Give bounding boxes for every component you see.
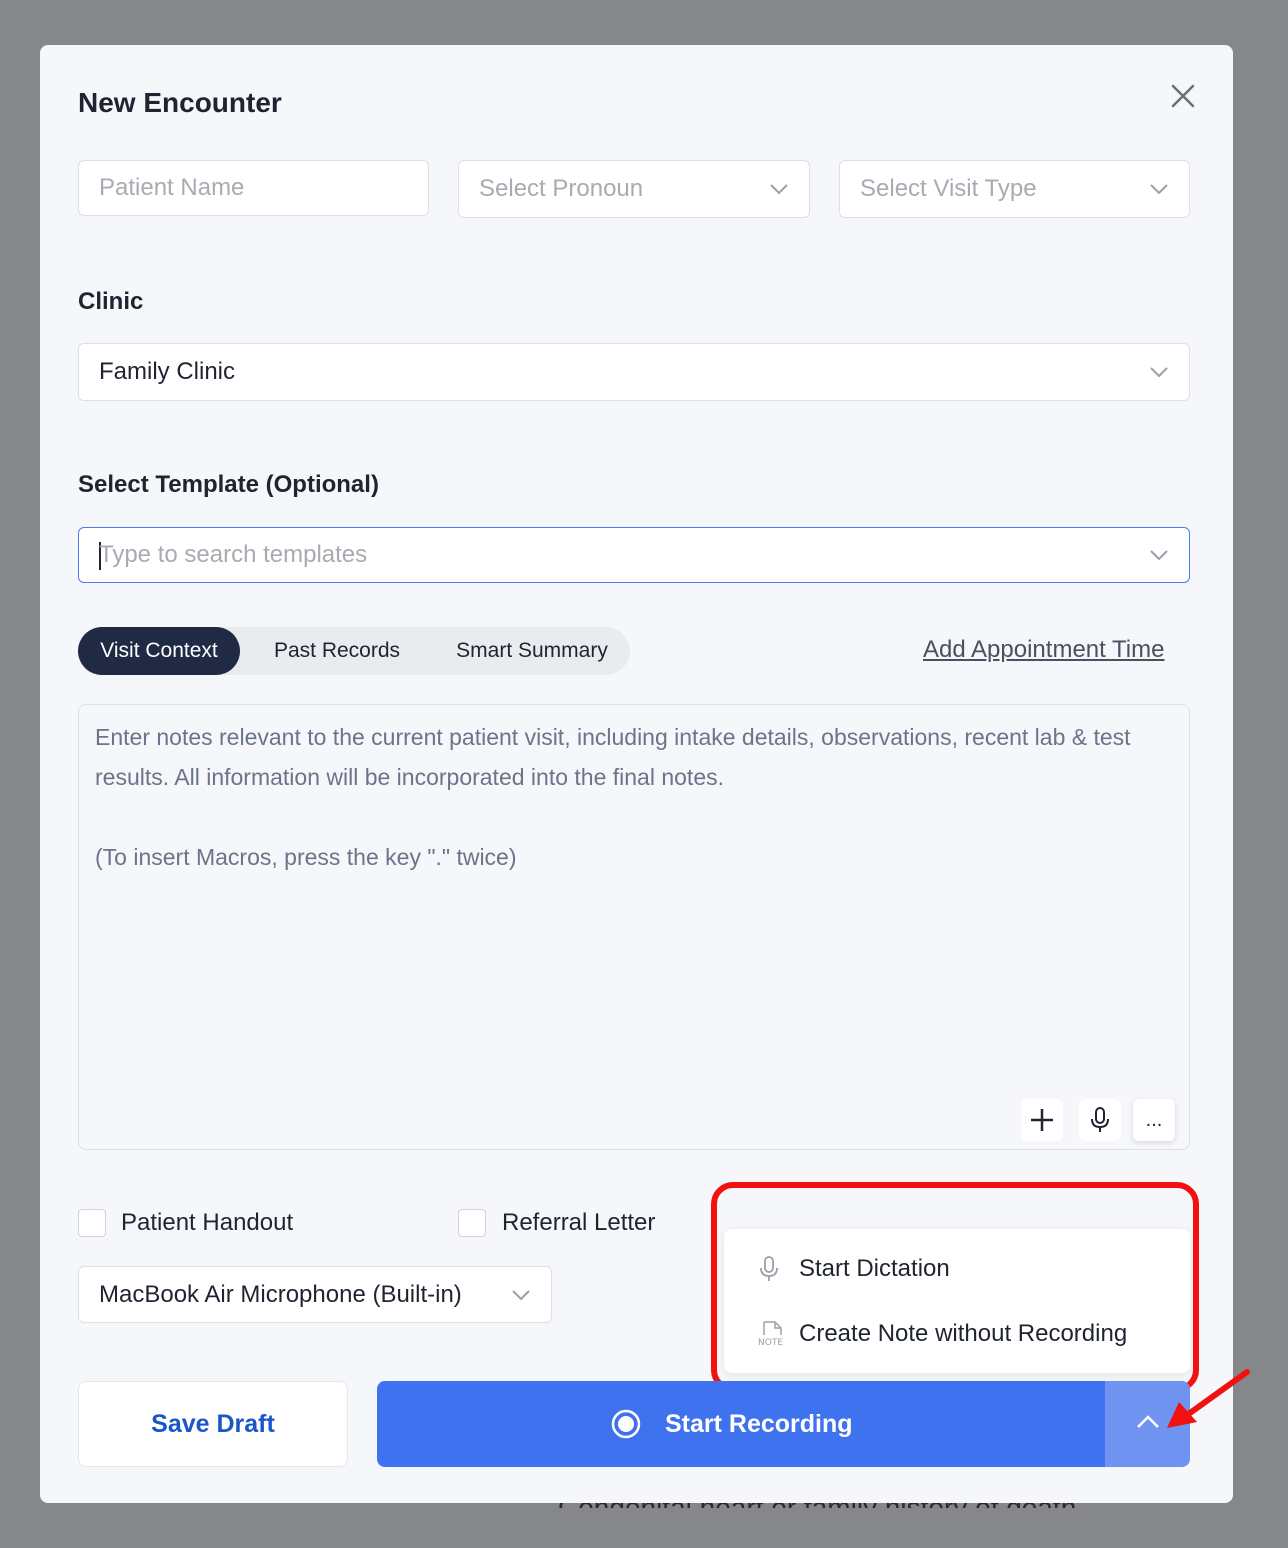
context-tabs: Visit Context Past Records Smart Summary [78,627,630,675]
add-appointment-time-link[interactable]: Add Appointment Time [923,636,1164,664]
visit-context-textarea[interactable]: Enter notes relevant to the current pati… [78,704,1190,1150]
template-placeholder: Type to search templates [99,541,368,568]
patient-handout-checkbox[interactable] [78,1209,106,1237]
referral-letter-checkbox[interactable] [458,1209,486,1237]
clinic-label: Clinic [78,288,144,315]
modal-title: New Encounter [78,87,282,118]
template-search-input[interactable]: Type to search templates [78,527,1190,583]
tab-smart-summary[interactable]: Smart Summary [434,627,630,675]
patient-handout-label: Patient Handout [121,1209,294,1236]
patient-name-input[interactable]: Patient Name [78,160,429,216]
plus-icon [1031,1109,1053,1131]
tab-past-records[interactable]: Past Records [254,627,420,675]
record-icon [611,1409,641,1439]
annotation-arrow-icon [1167,1369,1250,1428]
chevron-down-icon [512,1289,530,1300]
pronoun-placeholder: Select Pronoun [479,175,644,202]
referral-letter-label: Referral Letter [502,1209,656,1236]
more-options-button[interactable]: ... [1133,1099,1175,1141]
template-label: Select Template (Optional) [78,471,379,498]
close-icon[interactable] [1168,81,1198,111]
microphone-icon [1091,1107,1109,1132]
notes-placeholder-line2: (To insert Macros, press the key "." twi… [95,844,517,870]
clinic-select[interactable]: Family Clinic [78,343,1190,401]
annotation-highlight-box [711,1182,1199,1392]
chevron-down-icon [1150,184,1168,195]
chevron-down-icon [1150,550,1168,561]
new-encounter-modal: New Encounter Patient Name Select Pronou… [40,45,1233,1503]
microphone-value: MacBook Air Microphone (Built-in) [99,1280,462,1308]
start-recording-button[interactable]: Start Recording [377,1381,1105,1467]
visit-type-placeholder: Select Visit Type [860,175,1037,202]
start-recording-label: Start Recording [665,1410,853,1438]
patient-name-placeholder: Patient Name [99,174,245,201]
notes-placeholder: Enter notes relevant to the current pati… [95,717,1175,877]
notes-placeholder-line1: Enter notes relevant to the current pati… [95,724,1131,790]
add-button[interactable] [1021,1099,1063,1141]
chevron-down-icon [770,184,788,195]
microphone-select[interactable]: MacBook Air Microphone (Built-in) [78,1266,552,1323]
dictate-button[interactable] [1079,1099,1121,1141]
pronoun-select[interactable]: Select Pronoun [458,160,810,218]
save-draft-button[interactable]: Save Draft [78,1381,348,1467]
tab-visit-context[interactable]: Visit Context [78,627,240,675]
chevron-down-icon [1150,367,1168,378]
visit-type-select[interactable]: Select Visit Type [839,160,1190,218]
clinic-value: Family Clinic [99,358,236,385]
